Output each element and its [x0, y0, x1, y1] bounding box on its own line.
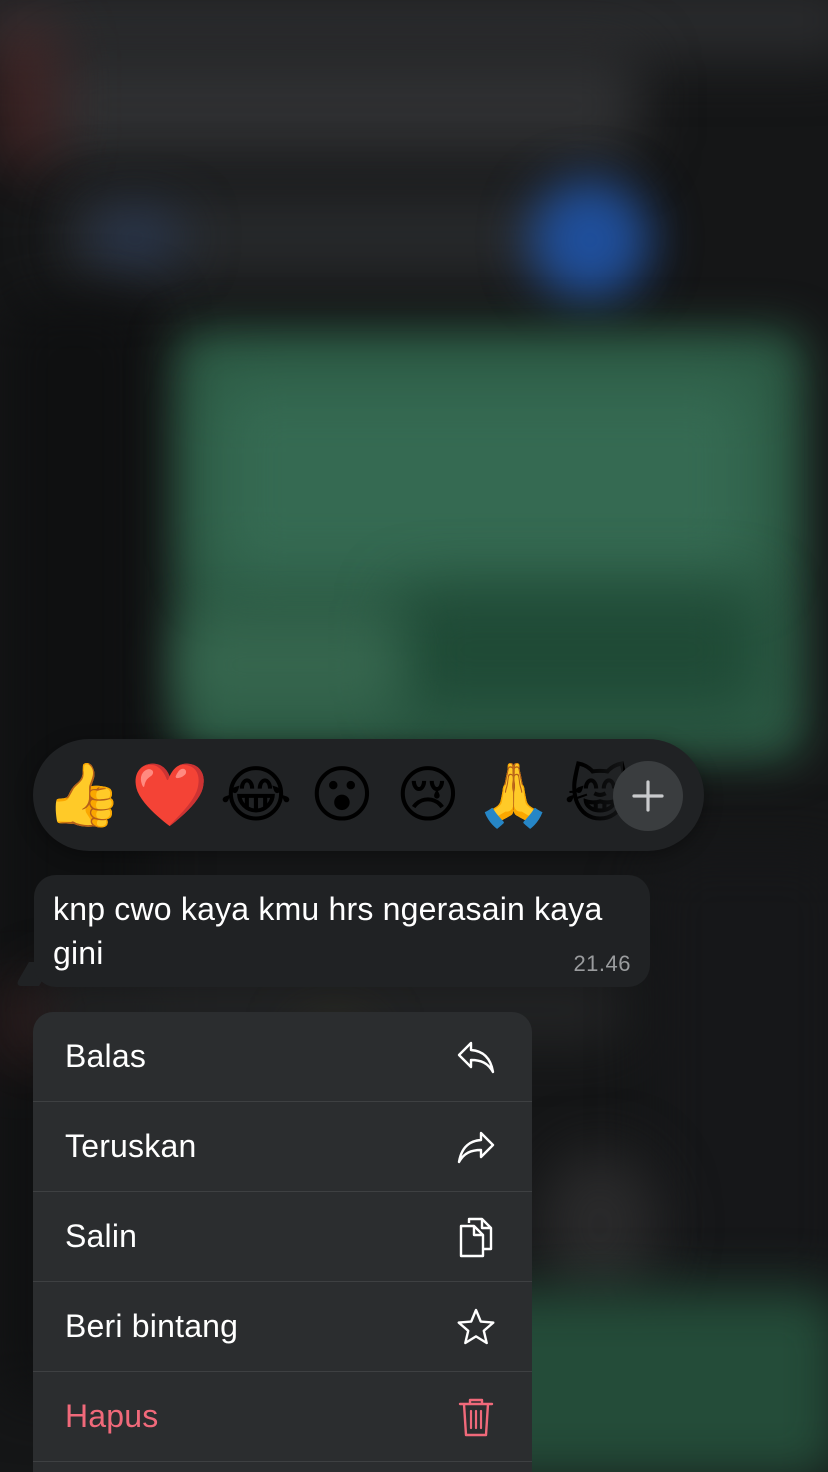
copy-icon — [456, 1217, 496, 1257]
reaction-surprised[interactable]: 😮 — [305, 759, 379, 833]
reaction-heart[interactable]: ❤️ — [131, 759, 208, 833]
star-icon — [456, 1307, 496, 1347]
message-timestamp: 21.46 — [573, 951, 631, 976]
menu-item-forward[interactable]: Teruskan — [33, 1102, 532, 1191]
menu-item-label: Beri bintang — [65, 1308, 239, 1344]
trash-icon — [456, 1397, 496, 1437]
menu-item-label: Salin — [65, 1218, 138, 1254]
menu-item-reply[interactable]: Balas — [33, 1012, 532, 1101]
menu-item-star[interactable]: Beri bintang — [33, 1282, 532, 1371]
message-text: knp cwo kaya kmu hrs ngerasain kaya gini — [53, 891, 603, 971]
message-bubble[interactable]: knp cwo kaya kmu hrs ngerasain kaya gini… — [34, 875, 650, 987]
reply-icon — [456, 1037, 496, 1077]
plus-icon — [632, 780, 664, 812]
reaction-tears-of-joy[interactable]: 😂 — [219, 759, 293, 833]
reaction-crying[interactable]: 😢 — [391, 759, 465, 833]
menu-item-label: Hapus — [65, 1398, 159, 1434]
more-reactions-button[interactable] — [613, 761, 683, 831]
reaction-bar: 👍 ❤️ 😂 😮 😢 🙏 😹 — [33, 739, 704, 851]
reaction-folded-hands[interactable]: 🙏 — [475, 759, 552, 833]
menu-item-label: Teruskan — [65, 1128, 197, 1164]
reaction-thumbs-up[interactable]: 👍 — [45, 759, 122, 833]
menu-item-delete[interactable]: Hapus — [33, 1372, 532, 1461]
menu-item-label: Balas — [65, 1038, 147, 1074]
menu-item-copy[interactable]: Salin — [33, 1192, 532, 1281]
message-context-menu: Balas Teruskan Salin Beri bintang Hapus — [33, 1012, 532, 1472]
forward-icon — [456, 1127, 496, 1167]
